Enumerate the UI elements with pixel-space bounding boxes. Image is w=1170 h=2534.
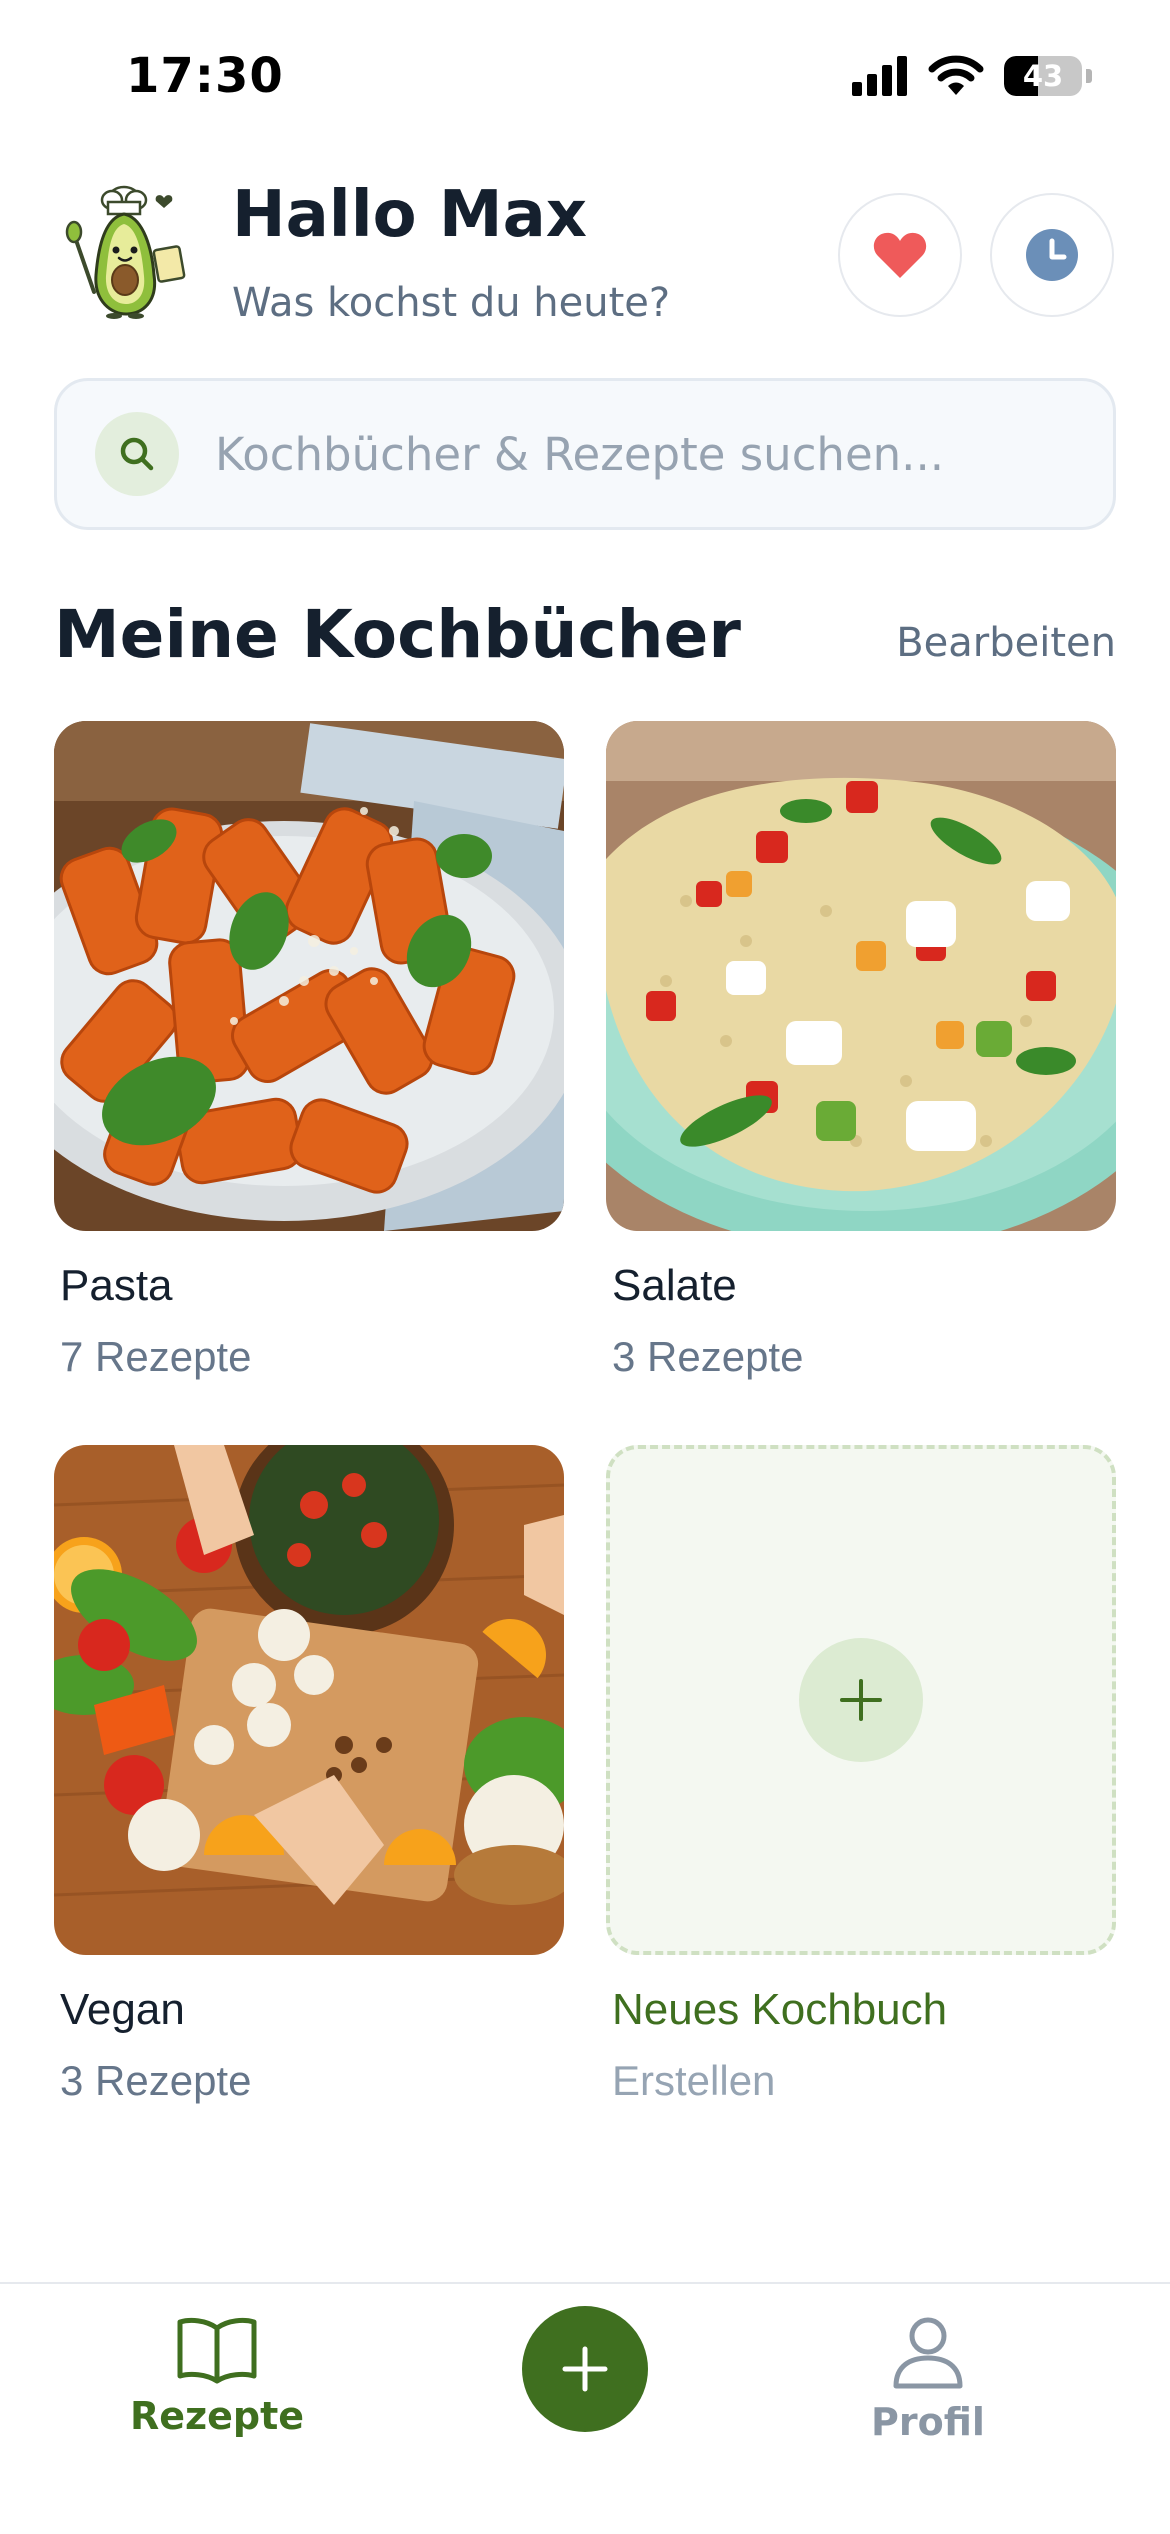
vegan-photo: [54, 1445, 564, 1955]
greeting-subtitle: Was kochst du heute?: [232, 280, 671, 326]
edit-button[interactable]: Bearbeiten: [896, 620, 1116, 666]
cellular-signal-icon: [852, 56, 907, 96]
user-icon: [893, 2317, 963, 2389]
avocado-chef-mascot-icon: [65, 185, 186, 319]
heart-icon: [873, 232, 927, 278]
status-bar: 17:30 43: [0, 0, 1170, 150]
favorites-button[interactable]: [838, 193, 962, 317]
salad-photo: [606, 721, 1116, 1231]
cookbook-title: Salate: [612, 1261, 737, 1310]
add-recipe-button[interactable]: [522, 2306, 648, 2432]
cookbook-recipe-count: 7 Rezepte: [60, 1333, 252, 1380]
status-time: 17:30: [126, 48, 284, 104]
new-cookbook-dropzone[interactable]: [606, 1445, 1116, 1955]
cookbook-title: Vegan: [60, 1985, 185, 2034]
tab-rezepte[interactable]: Rezepte: [107, 2314, 327, 2438]
book-open-icon: [177, 2317, 257, 2384]
tab-profil[interactable]: Profil: [818, 2314, 1038, 2444]
wifi-icon: [928, 55, 984, 95]
new-cookbook-subtitle: Erstellen: [612, 2057, 776, 2104]
search-bar[interactable]: [54, 378, 1116, 530]
search-input[interactable]: [213, 426, 1077, 482]
history-button[interactable]: [990, 193, 1114, 317]
status-icons: 43: [852, 52, 1092, 100]
new-cookbook-card[interactable]: Neues Kochbuch Erstellen: [606, 1445, 1116, 2104]
tab-rezepte-label: Rezepte: [129, 2394, 305, 2438]
cookbook-title: Pasta: [60, 1261, 173, 1310]
cookbook-recipe-count: 3 Rezepte: [60, 2057, 252, 2104]
tab-profil-label: Profil: [871, 2400, 985, 2444]
battery-cap: [1086, 69, 1092, 83]
battery-level-text: 43: [1022, 59, 1064, 93]
search-icon: [120, 437, 154, 471]
cookbook-card-pasta[interactable]: Pasta 7 Rezepte: [54, 721, 564, 1380]
greeting-title: Hallo Max: [232, 178, 588, 252]
section-title: Meine Kochbücher: [54, 596, 741, 673]
plus-icon: [562, 2346, 608, 2392]
battery-indicator: 43: [1004, 56, 1082, 96]
clock-icon: [1026, 229, 1078, 281]
plus-icon: [840, 1679, 882, 1721]
bottom-navigation: Rezepte Profil: [0, 2282, 1170, 2534]
cookbook-card-vegan[interactable]: Vegan 3 Rezepte: [54, 1445, 564, 2104]
pasta-photo: [54, 721, 564, 1231]
search-icon-badge: [95, 412, 179, 496]
cookbook-recipe-count: 3 Rezepte: [612, 1333, 804, 1380]
cookbook-card-salate[interactable]: Salate 3 Rezepte: [606, 721, 1116, 1380]
new-cookbook-title: Neues Kochbuch: [612, 1985, 948, 2034]
add-cookbook-button[interactable]: [799, 1638, 923, 1762]
